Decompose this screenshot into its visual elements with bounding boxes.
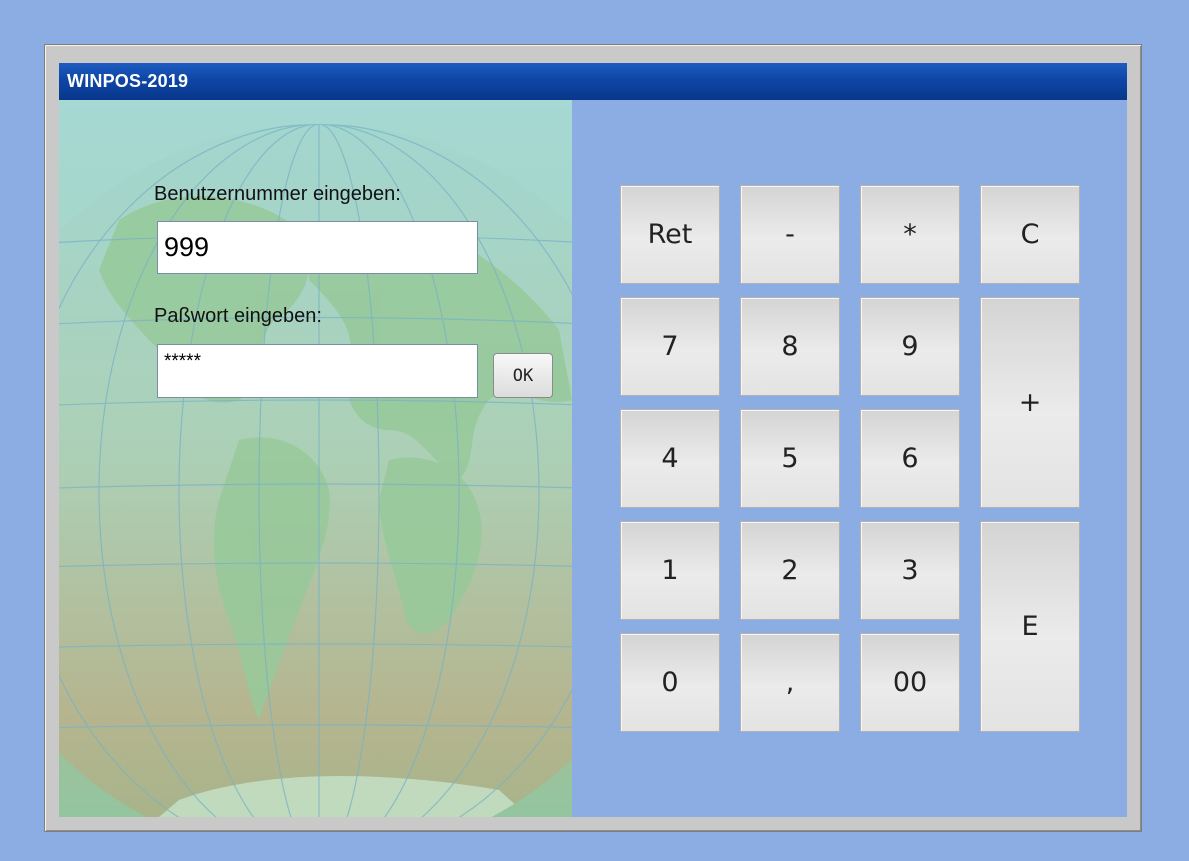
password-field[interactable]: *****	[157, 344, 478, 398]
login-panel: Benutzernummer eingeben: 999 Paßwort ein…	[59, 100, 572, 817]
key-minus[interactable]: -	[740, 185, 840, 284]
app-window: WINPOS-2019 Benutzernummer eingeben: 999…	[44, 44, 1142, 832]
key-6[interactable]: 6	[860, 409, 960, 508]
password-value: *****	[164, 351, 201, 372]
key-8[interactable]: 8	[740, 297, 840, 396]
key-2[interactable]: 2	[740, 521, 840, 620]
key-00[interactable]: 00	[860, 633, 960, 732]
key-clear[interactable]: C	[980, 185, 1080, 284]
user-number-label: Benutzernummer eingeben:	[154, 183, 401, 205]
globe-background-image	[59, 124, 572, 817]
key-multiply[interactable]: *	[860, 185, 960, 284]
title-bar: WINPOS-2019	[59, 63, 1127, 100]
key-5[interactable]: 5	[740, 409, 840, 508]
key-4[interactable]: 4	[620, 409, 720, 508]
key-1[interactable]: 1	[620, 521, 720, 620]
password-label: Paßwort eingeben:	[154, 305, 322, 327]
key-enter[interactable]: E	[980, 521, 1080, 732]
key-comma[interactable]: ,	[740, 633, 840, 732]
user-number-value: 999	[164, 232, 210, 262]
window-title: WINPOS-2019	[67, 71, 189, 91]
user-number-field[interactable]: 999	[157, 221, 478, 274]
key-7[interactable]: 7	[620, 297, 720, 396]
key-0[interactable]: 0	[620, 633, 720, 732]
key-plus[interactable]: +	[980, 297, 1080, 508]
key-3[interactable]: 3	[860, 521, 960, 620]
window-content: Benutzernummer eingeben: 999 Paßwort ein…	[59, 100, 1127, 817]
ok-button[interactable]: OK	[493, 353, 553, 398]
ok-button-label: OK	[512, 365, 534, 386]
key-9[interactable]: 9	[860, 297, 960, 396]
key-ret[interactable]: Ret	[620, 185, 720, 284]
